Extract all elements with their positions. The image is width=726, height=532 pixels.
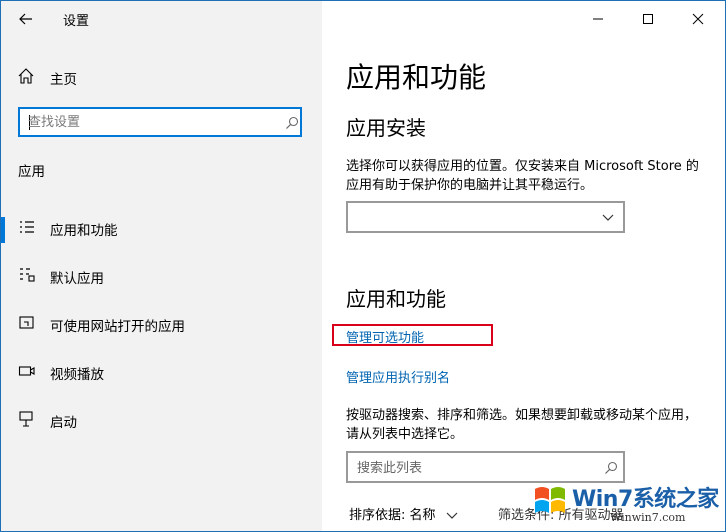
- title-bar: 设置: [1, 1, 322, 37]
- home-nav-item[interactable]: 主页: [17, 65, 307, 89]
- window-controls: [575, 1, 725, 37]
- sidebar: 设置 主页 应用 应用和功能: [1, 1, 322, 531]
- sort-dropdown[interactable]: 排序依据: 名称: [349, 504, 458, 523]
- default-apps-icon: [20, 268, 35, 282]
- sidebar-nav: 应用和功能 默认应用 可使用网站打开的应用 视频播放 启动: [1, 211, 322, 451]
- sidebar-item-label: 启动: [50, 415, 77, 431]
- sidebar-item-label: 默认应用: [50, 271, 104, 287]
- search-icon[interactable]: [285, 116, 299, 130]
- close-button[interactable]: [675, 1, 721, 37]
- arrow-left-icon: [19, 13, 32, 25]
- watermark: Win7系统之家 Winwin7.com: [526, 479, 725, 531]
- sidebar-item-label: 可使用网站打开的应用: [50, 319, 185, 335]
- startup-icon: [19, 411, 33, 427]
- settings-search-box[interactable]: [18, 107, 302, 137]
- watermark-url: Winwin7.com: [610, 511, 686, 524]
- app-list-search-input[interactable]: [357, 459, 587, 477]
- section-label: 应用: [18, 164, 45, 180]
- content-pane: 应用和功能 应用安装 选择你可以获得应用的位置。仅安装来自 Microsoft …: [322, 1, 725, 531]
- chevron-down-icon: [602, 214, 614, 221]
- home-icon: [18, 68, 34, 84]
- sort-label: 排序依据: 名称: [349, 508, 436, 523]
- watermark-brand: Win7系统之家: [572, 487, 719, 512]
- settings-window: 设置 主页 应用 应用和功能: [0, 0, 726, 532]
- settings-search-input[interactable]: [28, 113, 268, 131]
- search-icon[interactable]: [604, 461, 618, 475]
- sidebar-item-default-apps[interactable]: 默认应用: [1, 259, 322, 307]
- window-title: 设置: [63, 14, 90, 29]
- features-heading: 应用和功能: [346, 287, 446, 311]
- maximize-icon: [643, 14, 653, 24]
- install-heading: 应用安装: [346, 116, 426, 140]
- sidebar-item-label: 视频播放: [50, 367, 104, 383]
- video-playback-icon: [18, 366, 35, 376]
- app-source-dropdown[interactable]: [346, 201, 625, 233]
- home-label: 主页: [50, 72, 77, 88]
- sidebar-item-startup[interactable]: 启动: [1, 403, 322, 451]
- apps-features-icon: [20, 221, 34, 233]
- minimize-button[interactable]: [575, 1, 621, 37]
- back-button[interactable]: [15, 8, 37, 30]
- sidebar-item-apps-for-websites[interactable]: 可使用网站打开的应用: [1, 307, 322, 355]
- sidebar-item-apps-features[interactable]: 应用和功能: [1, 211, 322, 259]
- install-description: 选择你可以获得应用的位置。仅安装来自 Microsoft Store 的应用有助…: [346, 159, 699, 193]
- sidebar-item-label: 应用和功能: [50, 223, 118, 239]
- close-icon: [692, 13, 704, 25]
- minimize-icon: [593, 18, 603, 20]
- selection-indicator: [1, 217, 5, 243]
- chevron-down-icon: [446, 512, 458, 519]
- list-description: 按驱动器搜索、排序和筛选。如果想要卸载或移动某个应用，请从列表中选择它。: [346, 408, 698, 442]
- apps-for-websites-icon: [19, 316, 34, 329]
- manage-app-aliases-link[interactable]: 管理应用执行别名: [346, 367, 450, 386]
- sidebar-item-video-playback[interactable]: 视频播放: [1, 355, 322, 403]
- windows-logo-icon: [535, 487, 565, 513]
- page-title: 应用和功能: [346, 61, 487, 94]
- maximize-button[interactable]: [625, 1, 671, 37]
- manage-optional-features-link[interactable]: 管理可选功能: [346, 327, 424, 346]
